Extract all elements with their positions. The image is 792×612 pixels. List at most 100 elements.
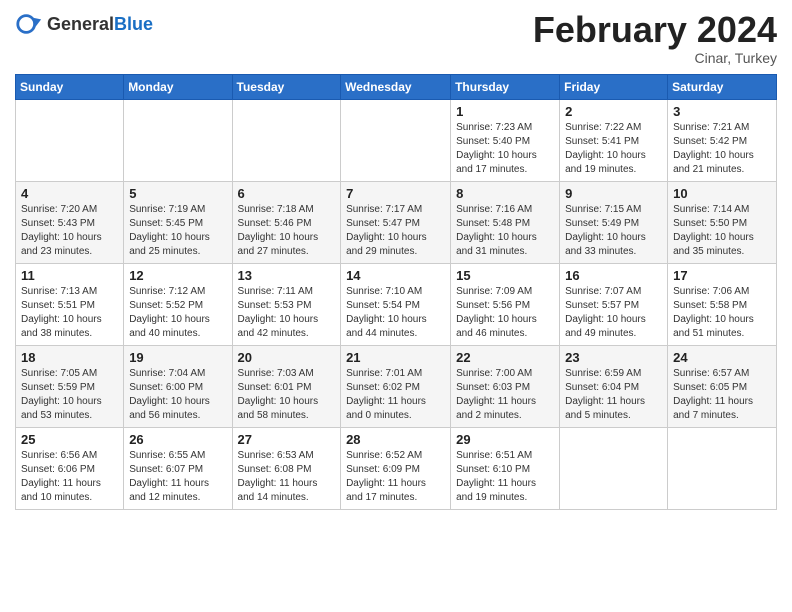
- day-number: 29: [456, 432, 554, 447]
- day-number: 27: [238, 432, 336, 447]
- day-number: 25: [21, 432, 118, 447]
- weekday-header-saturday: Saturday: [668, 74, 777, 99]
- day-info: Sunrise: 7:22 AMSunset: 5:41 PMDaylight:…: [565, 121, 662, 177]
- day-number: 15: [456, 268, 554, 283]
- day-info: Sunrise: 6:52 AMSunset: 6:09 PMDaylight:…: [346, 449, 445, 505]
- calendar-cell: [232, 99, 341, 181]
- day-number: 1: [456, 104, 554, 119]
- calendar-table: SundayMondayTuesdayWednesdayThursdayFrid…: [15, 74, 777, 510]
- day-info: Sunrise: 7:06 AMSunset: 5:58 PMDaylight:…: [673, 285, 771, 341]
- calendar-cell: 9 Sunrise: 7:15 AMSunset: 5:49 PMDaylight…: [560, 181, 668, 263]
- day-number: 23: [565, 350, 662, 365]
- day-number: 21: [346, 350, 445, 365]
- day-info: Sunrise: 6:51 AMSunset: 6:10 PMDaylight:…: [456, 449, 554, 505]
- day-number: 11: [21, 268, 118, 283]
- calendar-cell: [124, 99, 232, 181]
- page-header: GeneralBlue February 2024 Cinar, Turkey: [15, 10, 777, 66]
- day-info: Sunrise: 7:21 AMSunset: 5:42 PMDaylight:…: [673, 121, 771, 177]
- calendar-cell: 18 Sunrise: 7:05 AMSunset: 5:59 PMDayligh…: [16, 345, 124, 427]
- day-info: Sunrise: 7:16 AMSunset: 5:48 PMDaylight:…: [456, 203, 554, 259]
- day-number: 12: [129, 268, 226, 283]
- calendar-cell: 11 Sunrise: 7:13 AMSunset: 5:51 PMDayligh…: [16, 263, 124, 345]
- calendar-week-row: 4Sunrise: 7:20 AMSunset: 5:43 PMDaylight…: [16, 181, 777, 263]
- weekday-header-wednesday: Wednesday: [341, 74, 451, 99]
- calendar-cell: 25Sunrise: 6:56 AMSunset: 6:06 PMDayligh…: [16, 427, 124, 509]
- calendar-cell: 28 Sunrise: 6:52 AMSunset: 6:09 PMDayligh…: [341, 427, 451, 509]
- calendar-cell: 6Sunrise: 7:18 AMSunset: 5:46 PMDaylight…: [232, 181, 341, 263]
- calendar-cell: 21 Sunrise: 7:01 AMSunset: 6:02 PMDayligh…: [341, 345, 451, 427]
- day-number: 28: [346, 432, 445, 447]
- calendar-cell: 7 Sunrise: 7:17 AMSunset: 5:47 PMDaylight…: [341, 181, 451, 263]
- day-number: 19: [129, 350, 226, 365]
- calendar-cell: 24 Sunrise: 6:57 AMSunset: 6:05 PMDayligh…: [668, 345, 777, 427]
- day-number: 5: [129, 186, 226, 201]
- title-block: February 2024 Cinar, Turkey: [533, 10, 777, 66]
- calendar-cell: 5 Sunrise: 7:19 AMSunset: 5:45 PMDaylight…: [124, 181, 232, 263]
- weekday-header-thursday: Thursday: [451, 74, 560, 99]
- day-info: Sunrise: 7:15 AMSunset: 5:49 PMDaylight:…: [565, 203, 662, 259]
- day-info: Sunrise: 7:18 AMSunset: 5:46 PMDaylight:…: [238, 203, 336, 259]
- logo: GeneralBlue: [15, 10, 153, 38]
- day-info: Sunrise: 6:59 AMSunset: 6:04 PMDaylight:…: [565, 367, 662, 423]
- day-info: Sunrise: 7:19 AMSunset: 5:45 PMDaylight:…: [129, 203, 226, 259]
- calendar-cell: 1 Sunrise: 7:23 AMSunset: 5:40 PMDaylight…: [451, 99, 560, 181]
- day-number: 13: [238, 268, 336, 283]
- day-number: 18: [21, 350, 118, 365]
- day-number: 7: [346, 186, 445, 201]
- weekday-header-row: SundayMondayTuesdayWednesdayThursdayFrid…: [16, 74, 777, 99]
- day-info: Sunrise: 7:10 AMSunset: 5:54 PMDaylight:…: [346, 285, 445, 341]
- day-info: Sunrise: 7:00 AMSunset: 6:03 PMDaylight:…: [456, 367, 554, 423]
- calendar-cell: 8 Sunrise: 7:16 AMSunset: 5:48 PMDaylight…: [451, 181, 560, 263]
- calendar-cell: 2 Sunrise: 7:22 AMSunset: 5:41 PMDaylight…: [560, 99, 668, 181]
- day-number: 9: [565, 186, 662, 201]
- day-number: 4: [21, 186, 118, 201]
- day-info: Sunrise: 7:01 AMSunset: 6:02 PMDaylight:…: [346, 367, 445, 423]
- day-info: Sunrise: 6:57 AMSunset: 6:05 PMDaylight:…: [673, 367, 771, 423]
- day-number: 10: [673, 186, 771, 201]
- calendar-cell: 13 Sunrise: 7:11 AMSunset: 5:53 PMDayligh…: [232, 263, 341, 345]
- calendar-cell: 26 Sunrise: 6:55 AMSunset: 6:07 PMDayligh…: [124, 427, 232, 509]
- weekday-header-tuesday: Tuesday: [232, 74, 341, 99]
- calendar-cell: 23 Sunrise: 6:59 AMSunset: 6:04 PMDayligh…: [560, 345, 668, 427]
- day-info: Sunrise: 7:11 AMSunset: 5:53 PMDaylight:…: [238, 285, 336, 341]
- day-info: Sunrise: 6:53 AMSunset: 6:08 PMDaylight:…: [238, 449, 336, 505]
- calendar-cell: 14 Sunrise: 7:10 AMSunset: 5:54 PMDayligh…: [341, 263, 451, 345]
- calendar-cell: 16 Sunrise: 7:07 AMSunset: 5:57 PMDayligh…: [560, 263, 668, 345]
- day-number: 14: [346, 268, 445, 283]
- weekday-header-monday: Monday: [124, 74, 232, 99]
- calendar-week-row: 25Sunrise: 6:56 AMSunset: 6:06 PMDayligh…: [16, 427, 777, 509]
- day-number: 2: [565, 104, 662, 119]
- day-info: Sunrise: 7:04 AMSunset: 6:00 PMDaylight:…: [129, 367, 226, 423]
- calendar-cell: 4Sunrise: 7:20 AMSunset: 5:43 PMDaylight…: [16, 181, 124, 263]
- day-info: Sunrise: 6:55 AMSunset: 6:07 PMDaylight:…: [129, 449, 226, 505]
- day-info: Sunrise: 7:23 AMSunset: 5:40 PMDaylight:…: [456, 121, 554, 177]
- calendar-week-row: 11 Sunrise: 7:13 AMSunset: 5:51 PMDayligh…: [16, 263, 777, 345]
- day-info: Sunrise: 7:05 AMSunset: 5:59 PMDaylight:…: [21, 367, 118, 423]
- month-year-title: February 2024: [533, 10, 777, 50]
- logo-icon: [15, 10, 43, 38]
- day-info: Sunrise: 7:17 AMSunset: 5:47 PMDaylight:…: [346, 203, 445, 259]
- calendar-cell: 22 Sunrise: 7:00 AMSunset: 6:03 PMDayligh…: [451, 345, 560, 427]
- calendar-cell: 17 Sunrise: 7:06 AMSunset: 5:58 PMDayligh…: [668, 263, 777, 345]
- weekday-header-sunday: Sunday: [16, 74, 124, 99]
- day-info: Sunrise: 7:14 AMSunset: 5:50 PMDaylight:…: [673, 203, 771, 259]
- calendar-cell: 3Sunrise: 7:21 AMSunset: 5:42 PMDaylight…: [668, 99, 777, 181]
- day-info: Sunrise: 7:13 AMSunset: 5:51 PMDaylight:…: [21, 285, 118, 341]
- day-info: Sunrise: 7:12 AMSunset: 5:52 PMDaylight:…: [129, 285, 226, 341]
- day-number: 22: [456, 350, 554, 365]
- calendar-week-row: 18 Sunrise: 7:05 AMSunset: 5:59 PMDayligh…: [16, 345, 777, 427]
- calendar-cell: 15Sunrise: 7:09 AMSunset: 5:56 PMDayligh…: [451, 263, 560, 345]
- logo-general-text: General: [47, 14, 114, 34]
- location-text: Cinar, Turkey: [533, 50, 777, 66]
- day-number: 16: [565, 268, 662, 283]
- day-number: 8: [456, 186, 554, 201]
- day-info: Sunrise: 7:07 AMSunset: 5:57 PMDaylight:…: [565, 285, 662, 341]
- day-number: 24: [673, 350, 771, 365]
- day-info: Sunrise: 7:03 AMSunset: 6:01 PMDaylight:…: [238, 367, 336, 423]
- day-number: 20: [238, 350, 336, 365]
- logo-blue-text: Blue: [114, 14, 153, 34]
- day-number: 26: [129, 432, 226, 447]
- calendar-cell: 20 Sunrise: 7:03 AMSunset: 6:01 PMDayligh…: [232, 345, 341, 427]
- day-number: 17: [673, 268, 771, 283]
- calendar-cell: [560, 427, 668, 509]
